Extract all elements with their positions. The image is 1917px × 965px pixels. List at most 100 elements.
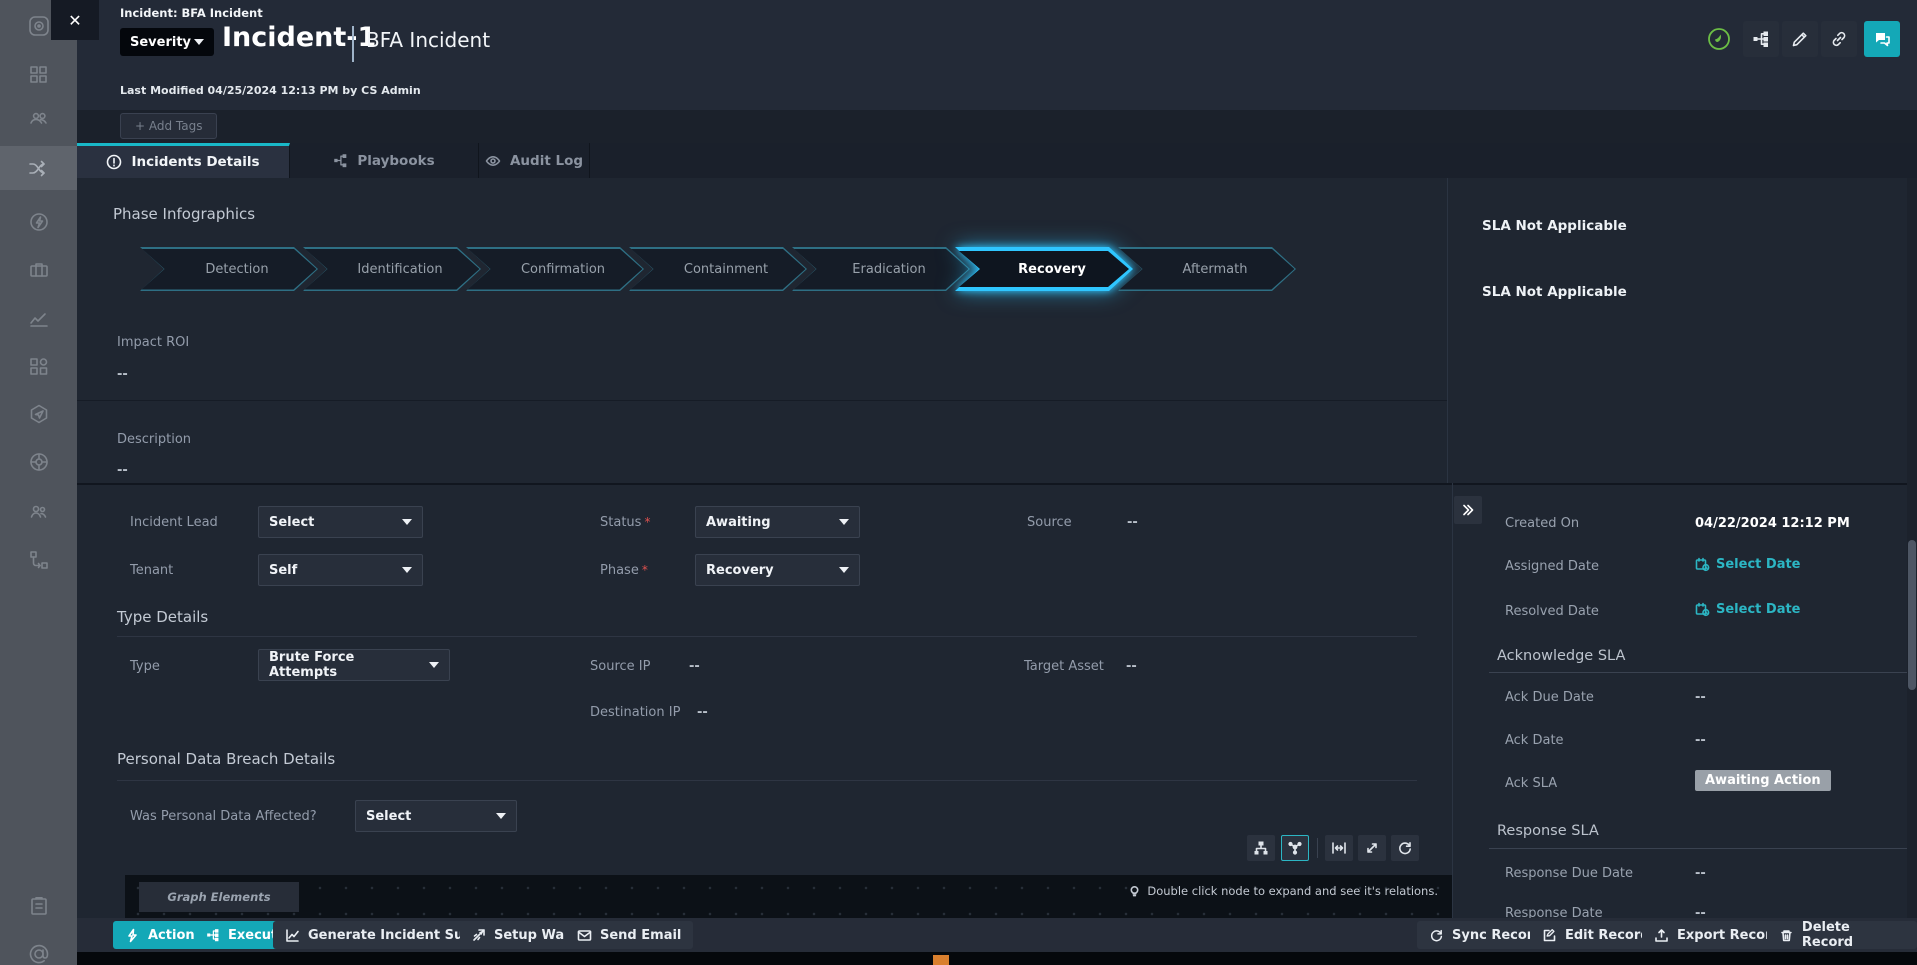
- ack-date-value: --: [1695, 733, 1706, 748]
- graph-canvas-strip: [77, 952, 1917, 965]
- source-ip-value: --: [689, 659, 700, 674]
- graph-hierarchy-button[interactable]: [1247, 835, 1275, 861]
- workflow-icon[interactable]: [0, 538, 77, 582]
- link-icon: [1829, 29, 1849, 49]
- response-sla-title: Response SLA: [1497, 823, 1599, 839]
- target-asset-label: Target Asset: [1024, 659, 1104, 674]
- phase-chevron-aftermath[interactable]: Aftermath: [1118, 247, 1296, 291]
- detail-panel-divider: [1452, 483, 1453, 918]
- tab-bar: Incidents Details Playbooks Audit Log: [77, 143, 1917, 178]
- source-value: --: [1127, 515, 1138, 530]
- tenant-dropdown[interactable]: Self: [258, 554, 423, 586]
- add-tags-button[interactable]: + Add Tags: [120, 113, 217, 139]
- status-dropdown[interactable]: Awaiting: [695, 506, 860, 538]
- severity-label: Severity: [130, 35, 191, 50]
- double-chevron-right-icon: [1461, 503, 1475, 517]
- widgets-icon[interactable]: [0, 344, 77, 388]
- chevron-down-icon: [402, 567, 412, 573]
- network-graph-icon: [1287, 840, 1303, 856]
- required-asterisk: *: [644, 515, 650, 529]
- sla-status-line-1: SLA Not Applicable: [1482, 218, 1627, 234]
- phase-chevron-containment[interactable]: Containment: [629, 247, 807, 291]
- resolved-date-picker[interactable]: Select Date: [1695, 602, 1801, 617]
- description-label: Description: [117, 432, 191, 447]
- required-asterisk: *: [642, 563, 648, 577]
- people-icon[interactable]: [0, 490, 77, 534]
- tab-audit-log[interactable]: Audit Log: [479, 143, 590, 178]
- org-chart-icon: [1253, 840, 1269, 856]
- playbooks-tab-icon: [333, 153, 348, 168]
- playbook-button[interactable]: [1743, 21, 1779, 57]
- tab-incidents-details[interactable]: Incidents Details: [77, 143, 290, 178]
- connectors-icon[interactable]: [0, 440, 77, 484]
- severity-dropdown[interactable]: Severity: [120, 28, 214, 56]
- sla-status-line-2: SLA Not Applicable: [1482, 284, 1627, 300]
- incident-lead-dropdown[interactable]: Select: [258, 506, 423, 538]
- graph-hint: Double click node to expand and see it's…: [1128, 884, 1438, 898]
- graph-refresh-button[interactable]: [1391, 835, 1419, 861]
- calendar-icon: [1695, 602, 1710, 617]
- impact-roi-value: --: [117, 367, 128, 382]
- chevron-down-icon: [429, 662, 439, 668]
- tasks-icon[interactable]: [0, 884, 77, 928]
- chevron-down-icon: [839, 567, 849, 573]
- response-due-date-label: Response Due Date: [1505, 866, 1633, 881]
- tab-playbooks[interactable]: Playbooks: [290, 143, 479, 178]
- execute-playbook-icon: [206, 928, 220, 942]
- rocket-icon: [472, 928, 486, 942]
- comments-button[interactable]: [1864, 21, 1900, 57]
- phase-chevron-identification[interactable]: Identification: [303, 247, 481, 291]
- eye-icon: [485, 153, 501, 169]
- send-email-button[interactable]: Send Email: [565, 921, 693, 949]
- incident-record-screen: ✕ Incident: BFA Incident Severity Incide…: [0, 0, 1917, 965]
- section-divider: [77, 483, 1917, 485]
- phase-chevron-eradication[interactable]: Eradication: [792, 247, 970, 291]
- destination-ip-value: --: [697, 705, 708, 720]
- phase-chevron-recovery[interactable]: Recovery: [955, 247, 1133, 291]
- graph-elements-tab[interactable]: Graph Elements: [139, 882, 299, 912]
- mentions-icon[interactable]: [0, 932, 77, 965]
- export-icon: [1654, 928, 1669, 943]
- dashboard-icon[interactable]: [0, 52, 77, 96]
- queues-icon[interactable]: [0, 96, 77, 140]
- relations-graph-canvas[interactable]: Graph Elements Double click node to expa…: [125, 875, 1452, 918]
- graph-fit-width-button[interactable]: [1325, 835, 1353, 861]
- type-dropdown[interactable]: Brute Force Attempts: [258, 649, 450, 681]
- link-button[interactable]: [1821, 21, 1857, 57]
- pdb-title: Personal Data Breach Details: [117, 750, 335, 768]
- close-button[interactable]: ✕: [51, 0, 99, 40]
- threat-intel-icon[interactable]: [0, 392, 77, 436]
- email-icon: [577, 928, 592, 943]
- assets-icon[interactable]: [0, 248, 77, 292]
- delete-record-button[interactable]: Delete Record: [1767, 921, 1917, 949]
- reports-icon[interactable]: [0, 296, 77, 340]
- assigned-date-picker[interactable]: Select Date: [1695, 557, 1801, 572]
- calendar-icon: [1695, 557, 1710, 572]
- type-details-divider: [117, 636, 1417, 637]
- phase-chevron-detection[interactable]: Detection: [140, 247, 318, 291]
- graph-toolbar-separator: [1317, 838, 1318, 858]
- created-on-value: 04/22/2024 12:12 PM: [1695, 516, 1850, 531]
- sidebar: [0, 0, 77, 965]
- response-sla-divider: [1489, 848, 1917, 849]
- trash-icon: [1779, 928, 1794, 943]
- pdb-dropdown[interactable]: Select: [355, 800, 517, 832]
- graph-network-button[interactable]: [1281, 835, 1309, 861]
- description-value: --: [117, 463, 128, 478]
- incidents-icon[interactable]: [0, 146, 77, 190]
- source-label: Source: [1027, 515, 1072, 530]
- scrollbar-thumb[interactable]: [1908, 540, 1916, 690]
- created-on-label: Created On: [1505, 516, 1579, 531]
- phase-dropdown[interactable]: Recovery: [695, 554, 860, 586]
- edit-button[interactable]: [1782, 21, 1818, 57]
- phase-chevron-confirmation[interactable]: Confirmation: [466, 247, 644, 291]
- bulb-icon: [1128, 885, 1141, 898]
- graph-expand-button[interactable]: [1358, 835, 1386, 861]
- graph-node[interactable]: [933, 955, 949, 965]
- resolved-date-label: Resolved Date: [1505, 604, 1599, 619]
- collapse-panel-button[interactable]: [1454, 496, 1482, 524]
- sla-panel-divider: [1447, 178, 1448, 483]
- automation-icon[interactable]: [0, 200, 77, 244]
- record-name: BFA Incident: [366, 28, 490, 52]
- playbook-icon: [1752, 30, 1770, 48]
